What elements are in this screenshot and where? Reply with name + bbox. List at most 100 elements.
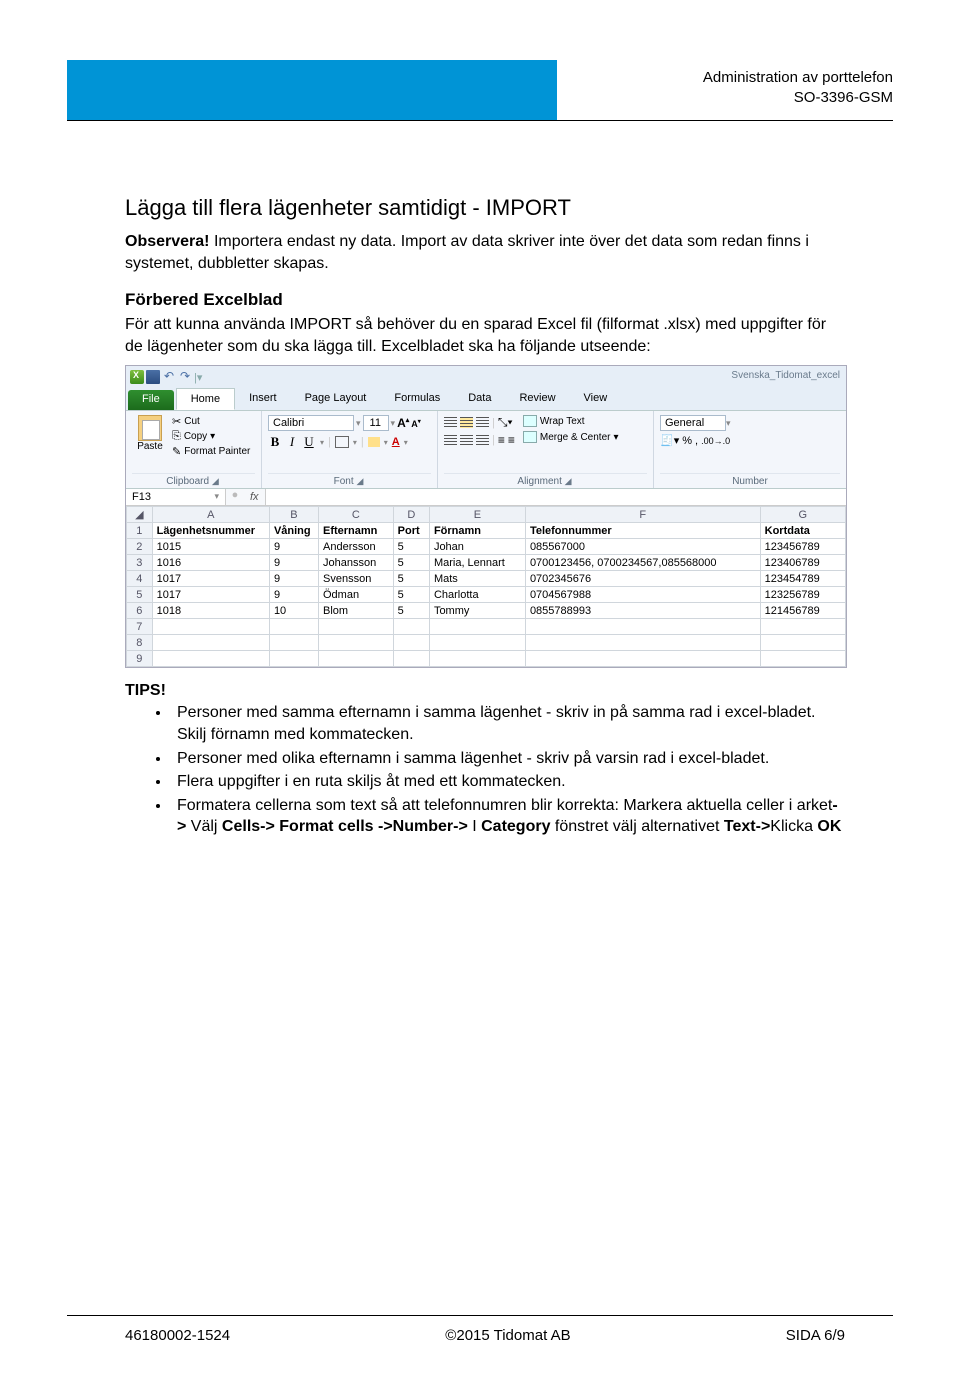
cell[interactable]: Tommy xyxy=(429,603,525,619)
cell[interactable]: 9 xyxy=(269,571,318,587)
cell[interactable]: 0700123456, 0700234567,085568000 xyxy=(525,555,760,571)
decrease-indent-icon[interactable] xyxy=(498,433,505,447)
row-header[interactable]: 2 xyxy=(127,539,153,555)
cell[interactable]: Våning xyxy=(269,523,318,539)
cell[interactable] xyxy=(393,635,429,651)
cell[interactable]: Maria, Lennart xyxy=(429,555,525,571)
row-header[interactable]: 7 xyxy=(127,619,153,635)
number-format-select[interactable]: General xyxy=(660,415,726,431)
cell[interactable] xyxy=(429,619,525,635)
cell[interactable]: 5 xyxy=(393,603,429,619)
cell[interactable]: Lägenhetsnummer xyxy=(152,523,269,539)
fx-label[interactable]: fx xyxy=(244,489,266,505)
cell[interactable]: 5 xyxy=(393,539,429,555)
cell[interactable]: 123456789 xyxy=(760,539,845,555)
cell[interactable] xyxy=(393,619,429,635)
fill-color-icon[interactable] xyxy=(368,437,380,447)
cell[interactable]: Efternamn xyxy=(319,523,394,539)
align-left-icon[interactable] xyxy=(444,435,457,446)
cell[interactable]: Svensson xyxy=(319,571,394,587)
grow-font-icon[interactable]: A▴ xyxy=(397,416,409,430)
col-header[interactable]: C xyxy=(319,507,394,523)
tab-page-layout[interactable]: Page Layout xyxy=(291,388,381,410)
cell[interactable]: Andersson xyxy=(319,539,394,555)
row-header[interactable]: 9 xyxy=(127,651,153,667)
cell[interactable]: 123256789 xyxy=(760,587,845,603)
cell[interactable]: 1018 xyxy=(152,603,269,619)
cell[interactable]: Telefonnummer xyxy=(525,523,760,539)
col-header[interactable]: E xyxy=(429,507,525,523)
cut-button[interactable]: Cut xyxy=(172,415,250,428)
cell[interactable]: 1016 xyxy=(152,555,269,571)
tab-file[interactable]: File xyxy=(128,390,174,410)
col-header[interactable]: F xyxy=(525,507,760,523)
col-header[interactable]: G xyxy=(760,507,845,523)
cell[interactable]: Ödman xyxy=(319,587,394,603)
tab-review[interactable]: Review xyxy=(505,388,569,410)
col-header[interactable]: A xyxy=(152,507,269,523)
cell[interactable] xyxy=(393,651,429,667)
undo-icon[interactable]: ↶ xyxy=(162,370,176,384)
font-name-select[interactable]: Calibri xyxy=(268,415,354,431)
cell[interactable] xyxy=(269,619,318,635)
cell[interactable] xyxy=(429,635,525,651)
cell[interactable] xyxy=(269,651,318,667)
merge-center-button[interactable]: Merge & Center ▾ xyxy=(523,431,619,443)
font-color-icon[interactable]: A xyxy=(392,436,400,448)
cell[interactable]: 1017 xyxy=(152,587,269,603)
row-header[interactable]: 5 xyxy=(127,587,153,603)
bold-button[interactable]: B xyxy=(268,434,282,450)
cell[interactable]: Kortdata xyxy=(760,523,845,539)
cell[interactable]: 10 xyxy=(269,603,318,619)
cell[interactable]: 9 xyxy=(269,555,318,571)
cell[interactable]: Förnamn xyxy=(429,523,525,539)
cell[interactable]: Johansson xyxy=(319,555,394,571)
row-header[interactable]: 8 xyxy=(127,635,153,651)
cell[interactable]: Charlotta xyxy=(429,587,525,603)
align-middle-icon[interactable] xyxy=(460,417,473,428)
redo-icon[interactable]: ↷ xyxy=(178,370,192,384)
cell[interactable] xyxy=(525,635,760,651)
row-header[interactable]: 6 xyxy=(127,603,153,619)
cell[interactable] xyxy=(152,619,269,635)
select-all-corner[interactable]: ◢ xyxy=(127,507,153,523)
cell[interactable]: 123406789 xyxy=(760,555,845,571)
cell[interactable]: 0855788993 xyxy=(525,603,760,619)
cell[interactable]: 1015 xyxy=(152,539,269,555)
save-icon[interactable] xyxy=(146,370,160,384)
format-painter-button[interactable]: Format Painter xyxy=(172,445,250,458)
cell[interactable]: 123454789 xyxy=(760,571,845,587)
percent-icon[interactable]: % xyxy=(682,435,692,447)
col-header[interactable]: B xyxy=(269,507,318,523)
cell[interactable] xyxy=(319,635,394,651)
orientation-icon[interactable]: ⤡▾ xyxy=(498,415,513,430)
formula-bar[interactable] xyxy=(266,489,846,505)
comma-style-icon[interactable]: , xyxy=(695,435,698,447)
cell[interactable]: 9 xyxy=(269,539,318,555)
align-right-icon[interactable] xyxy=(476,435,489,446)
cell[interactable] xyxy=(319,619,394,635)
cell[interactable] xyxy=(760,635,845,651)
accounting-format-icon[interactable]: 🧾▾ xyxy=(660,434,679,447)
cell[interactable]: 5 xyxy=(393,587,429,603)
tab-view[interactable]: View xyxy=(570,388,622,410)
align-top-icon[interactable] xyxy=(444,417,457,428)
cell[interactable]: 5 xyxy=(393,555,429,571)
italic-button[interactable]: I xyxy=(286,434,298,450)
name-box[interactable]: F13 ▾ xyxy=(126,489,226,505)
cell[interactable]: 0704567988 xyxy=(525,587,760,603)
cell[interactable]: 5 xyxy=(393,571,429,587)
cell[interactable] xyxy=(525,619,760,635)
row-header[interactable]: 4 xyxy=(127,571,153,587)
cell[interactable] xyxy=(429,651,525,667)
paste-button[interactable]: Paste xyxy=(132,415,168,458)
cell[interactable]: Blom xyxy=(319,603,394,619)
align-bottom-icon[interactable] xyxy=(476,417,489,428)
cell[interactable]: Johan xyxy=(429,539,525,555)
font-size-select[interactable]: 11 xyxy=(363,415,389,431)
tab-data[interactable]: Data xyxy=(454,388,505,410)
copy-button[interactable]: Copy ▾ xyxy=(172,430,250,443)
cell[interactable]: Mats xyxy=(429,571,525,587)
cell[interactable] xyxy=(319,651,394,667)
tab-insert[interactable]: Insert xyxy=(235,388,291,410)
